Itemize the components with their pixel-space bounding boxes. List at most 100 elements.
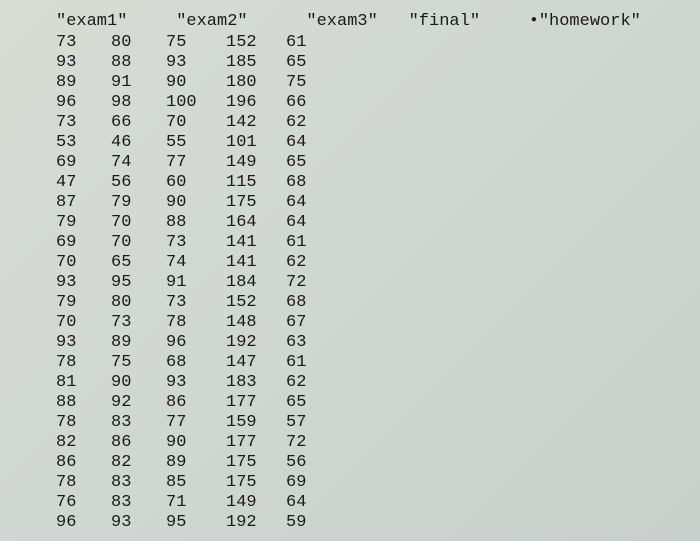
cell-c1: 74 [111, 153, 166, 173]
cell-c2: 90 [166, 193, 226, 213]
table-row: 79807315268 [56, 293, 700, 313]
header-homework-label: "homework" [539, 12, 641, 31]
cell-c4: 61 [286, 353, 336, 373]
cell-c1: 88 [111, 53, 166, 73]
cell-c3: 142 [226, 113, 286, 133]
cell-c3: 177 [226, 433, 286, 453]
cell-c0: 70 [56, 313, 111, 333]
cell-c3: 180 [226, 73, 286, 93]
cell-c3: 147 [226, 353, 286, 373]
table-row: 87799017564 [56, 193, 700, 213]
cell-c1: 93 [111, 513, 166, 533]
cell-c0: 78 [56, 353, 111, 373]
cell-c4: 56 [286, 453, 336, 473]
cell-c4: 62 [286, 113, 336, 133]
cell-c3: 152 [226, 33, 286, 53]
cell-c4: 61 [286, 33, 336, 53]
cell-c4: 63 [286, 333, 336, 353]
cell-c4: 64 [286, 213, 336, 233]
cell-c3: 149 [226, 153, 286, 173]
cell-c0: 93 [56, 273, 111, 293]
cell-c3: 164 [226, 213, 286, 233]
table-row: 69707314161 [56, 233, 700, 253]
cell-c3: 159 [226, 413, 286, 433]
cell-c0: 69 [56, 233, 111, 253]
cell-c3: 101 [226, 133, 286, 153]
cell-c2: 68 [166, 353, 226, 373]
header-final: "final" [409, 12, 521, 31]
table-row: 969810019666 [56, 93, 700, 113]
cell-c2: 88 [166, 213, 226, 233]
cell-c2: 96 [166, 333, 226, 353]
cell-c3: 148 [226, 313, 286, 333]
cell-c1: 46 [111, 133, 166, 153]
cell-c2: 75 [166, 33, 226, 53]
cell-c0: 96 [56, 513, 111, 533]
cell-c4: 64 [286, 133, 336, 153]
cell-c0: 73 [56, 33, 111, 53]
cell-c2: 73 [166, 293, 226, 313]
cell-c2: 71 [166, 493, 226, 513]
cell-c1: 82 [111, 453, 166, 473]
table-row: 69747714965 [56, 153, 700, 173]
cell-c1: 83 [111, 413, 166, 433]
cell-c4: 75 [286, 73, 336, 93]
table-row: 73807515261 [56, 33, 700, 53]
cell-c1: 92 [111, 393, 166, 413]
table-row: 70737814867 [56, 313, 700, 333]
cell-c0: 89 [56, 73, 111, 93]
cell-c4: 65 [286, 53, 336, 73]
cell-c1: 86 [111, 433, 166, 453]
cell-c1: 70 [111, 213, 166, 233]
cell-c4: 65 [286, 153, 336, 173]
cell-c2: 73 [166, 233, 226, 253]
cell-c2: 95 [166, 513, 226, 533]
cell-c1: 75 [111, 353, 166, 373]
cell-c3: 175 [226, 473, 286, 493]
cell-c0: 93 [56, 53, 111, 73]
cell-c2: 100 [166, 93, 226, 113]
cell-c1: 80 [111, 293, 166, 313]
cell-c2: 78 [166, 313, 226, 333]
cell-c2: 55 [166, 133, 226, 153]
table-row: 93889318565 [56, 53, 700, 73]
cell-c4: 69 [286, 473, 336, 493]
cell-c1: 89 [111, 333, 166, 353]
cell-c1: 83 [111, 473, 166, 493]
cell-c0: 78 [56, 473, 111, 493]
cell-c1: 91 [111, 73, 166, 93]
cell-c3: 175 [226, 453, 286, 473]
cell-c2: 90 [166, 433, 226, 453]
table-row: 86828917556 [56, 453, 700, 473]
table-row: 70657414162 [56, 253, 700, 273]
cell-c3: 141 [226, 253, 286, 273]
cell-c0: 73 [56, 113, 111, 133]
cell-c3: 177 [226, 393, 286, 413]
cell-c1: 70 [111, 233, 166, 253]
cell-c1: 79 [111, 193, 166, 213]
cell-c2: 89 [166, 453, 226, 473]
cell-c3: 175 [226, 193, 286, 213]
cell-c0: 93 [56, 333, 111, 353]
table-row: 76837114964 [56, 493, 700, 513]
table-row: 89919018075 [56, 73, 700, 93]
cell-c3: 152 [226, 293, 286, 313]
cell-c1: 98 [111, 93, 166, 113]
cell-c1: 73 [111, 313, 166, 333]
cell-c4: 66 [286, 93, 336, 113]
cell-c4: 68 [286, 293, 336, 313]
cell-c0: 87 [56, 193, 111, 213]
table-row: 82869017772 [56, 433, 700, 453]
cell-c4: 68 [286, 173, 336, 193]
cell-c3: 192 [226, 333, 286, 353]
cell-c0: 70 [56, 253, 111, 273]
cell-c3: 115 [226, 173, 286, 193]
cell-c2: 74 [166, 253, 226, 273]
table-row: 53465510164 [56, 133, 700, 153]
cell-c2: 77 [166, 153, 226, 173]
cell-c0: 96 [56, 93, 111, 113]
cell-c1: 83 [111, 493, 166, 513]
cell-c3: 192 [226, 513, 286, 533]
table-row: 78756814761 [56, 353, 700, 373]
cell-c2: 85 [166, 473, 226, 493]
